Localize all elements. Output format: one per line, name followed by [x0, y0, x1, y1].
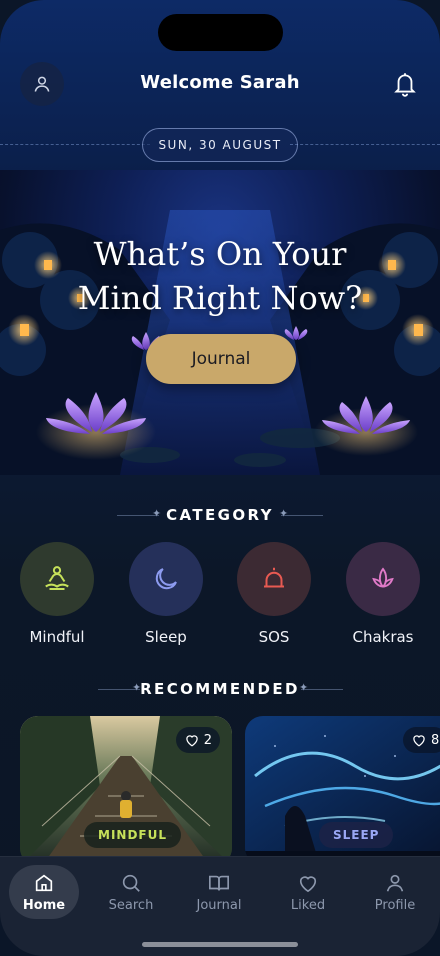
category-chakras[interactable]: Chakras	[345, 542, 421, 646]
divider	[0, 144, 150, 145]
divider	[301, 689, 343, 690]
category-label: Mindful	[29, 628, 85, 646]
moon-icon	[155, 568, 177, 590]
sparkle-icon: ✦	[132, 681, 142, 694]
hero-banner: What’s On Your Mind Right Now? Journal	[0, 170, 440, 475]
hero-heading: What’s On Your Mind Right Now?	[0, 232, 440, 320]
category-heading-label: CATEGORY	[166, 506, 274, 524]
tab-home[interactable]: Home	[9, 865, 79, 919]
heart-icon	[299, 876, 317, 893]
divider	[281, 515, 323, 516]
user-icon	[386, 874, 404, 892]
divider	[290, 144, 440, 145]
hero-heading-line2: Mind Right Now?	[77, 279, 363, 317]
tab-journal[interactable]: Journal	[184, 865, 254, 919]
category-label: Sleep	[145, 628, 187, 646]
category-heading: ✦ CATEGORY ✦	[0, 505, 440, 525]
journal-button[interactable]: Journal	[146, 334, 296, 384]
tab-liked[interactable]: Liked	[273, 865, 343, 919]
sparkle-icon: ✦	[299, 681, 309, 694]
home-icon	[35, 874, 53, 892]
book-icon	[209, 875, 229, 891]
meditation-icon	[45, 566, 69, 590]
heart-icon	[185, 735, 198, 747]
notifications-button[interactable]	[390, 68, 420, 100]
lotus-icon	[372, 567, 394, 588]
tab-label: Home	[22, 898, 66, 913]
page-title: Welcome Sarah	[140, 72, 300, 93]
home-indicator[interactable]	[142, 942, 298, 947]
date-row: SUN, 30 AUGUST	[0, 128, 440, 162]
bottom-tab-bar: Home Search Journal Liked Profile	[0, 856, 440, 956]
category-icon-circle	[20, 542, 94, 616]
like-count-badge[interactable]: 2	[175, 727, 220, 753]
recommended-heading-label: RECOMMENDED	[140, 680, 300, 698]
category-icon-circle	[346, 542, 420, 616]
search-icon	[122, 874, 140, 892]
category-sos[interactable]: SOS	[236, 542, 312, 646]
category-icon-circle	[237, 542, 311, 616]
category-label: Chakras	[352, 628, 414, 646]
category-sleep[interactable]: Sleep	[128, 542, 204, 646]
tab-label: Profile	[374, 898, 416, 913]
tab-label: Journal	[196, 898, 242, 913]
category-mindful[interactable]: Mindful	[19, 542, 95, 646]
bell-icon	[394, 73, 416, 97]
like-count-badge[interactable]: 8	[403, 727, 440, 753]
category-tag: SLEEP	[319, 822, 394, 848]
tab-profile[interactable]: Profile	[360, 865, 430, 919]
category-tag: MINDFUL	[84, 822, 181, 848]
hero-heading-line1: What’s On Your	[93, 235, 347, 273]
sparkle-icon: ✦	[279, 507, 289, 520]
recommended-card-sleep[interactable]: 8 SLEEP	[245, 716, 440, 866]
lotus-pond-illustration	[0, 210, 440, 475]
tab-search[interactable]: Search	[96, 865, 166, 919]
tab-label: Liked	[290, 898, 326, 913]
tab-label: Search	[108, 898, 154, 913]
category-label: SOS	[258, 628, 290, 646]
recommended-heading: ✦ RECOMMENDED ✦	[0, 679, 440, 699]
category-icon-circle	[129, 542, 203, 616]
recommended-card-mindful[interactable]: 2 MINDFUL	[20, 716, 232, 866]
sparkle-icon: ✦	[152, 507, 162, 520]
camera-notch	[158, 14, 283, 51]
heart-icon	[413, 735, 425, 747]
alarm-bell-icon	[264, 567, 284, 588]
date-badge: SUN, 30 AUGUST	[142, 128, 298, 162]
app-screen: Welcome Sarah SUN, 30 AUGUST What’s On Y…	[0, 0, 440, 956]
like-count: 8	[431, 732, 440, 748]
like-count: 2	[203, 732, 212, 748]
